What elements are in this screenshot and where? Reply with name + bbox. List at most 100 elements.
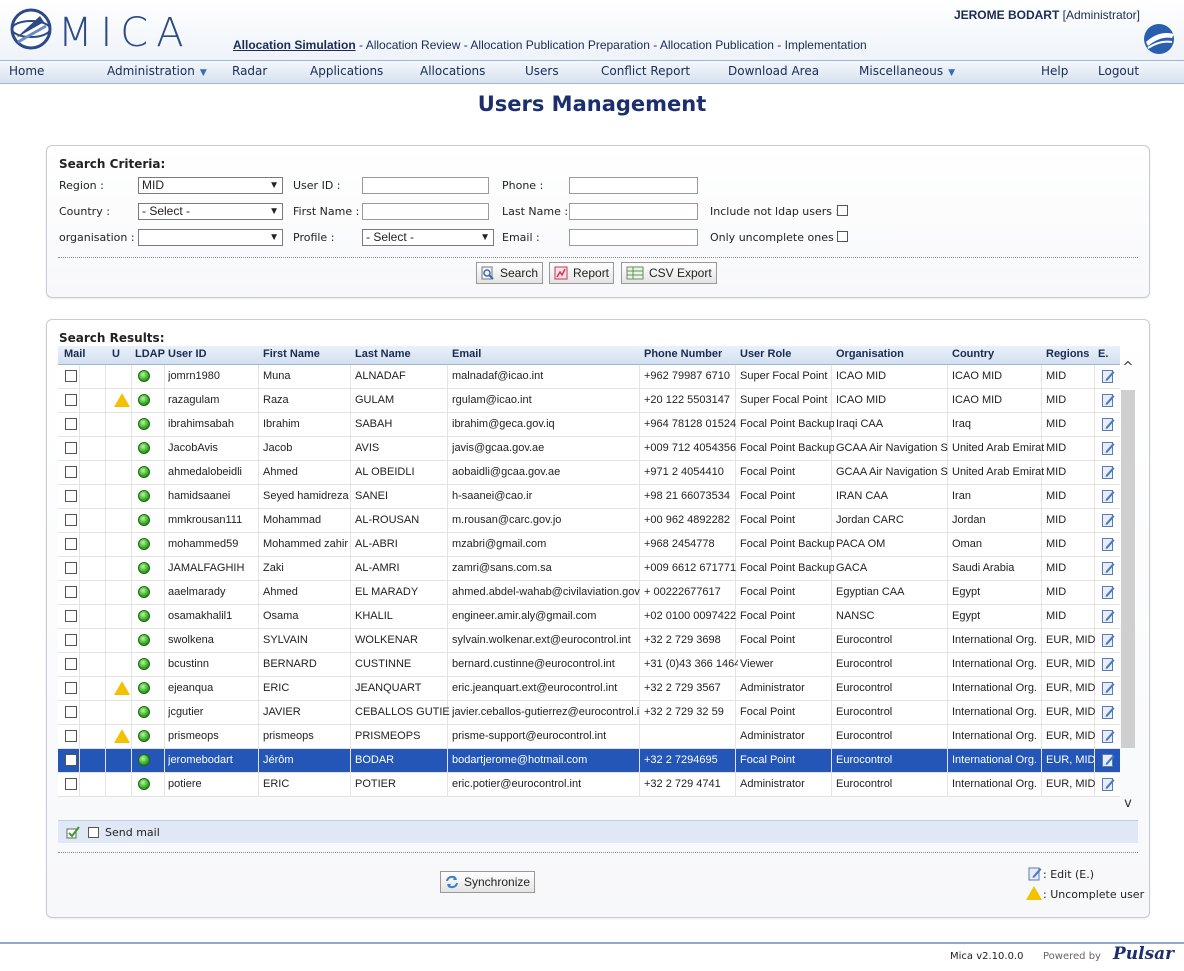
scrollbar-thumb[interactable] xyxy=(1121,390,1135,748)
send-mail-checkbox[interactable] xyxy=(88,827,99,838)
menu-miscellaneous[interactable]: Miscellaneous ▼ xyxy=(859,64,955,78)
column-header[interactable]: Phone Number xyxy=(644,348,722,360)
country-select[interactable]: - Select - ▼ xyxy=(138,203,283,220)
pencil-edit-icon[interactable] xyxy=(1102,417,1115,431)
mail-checkbox[interactable] xyxy=(65,562,77,574)
workflow-step[interactable]: Implementation xyxy=(785,38,867,52)
table-row[interactable]: bcustinn BERNARD CUSTINNE bernard.custinne@… xyxy=(58,653,1120,677)
table-row[interactable]: swolkena SYLVAIN WOLKENAR sylvain.wolkenar.… xyxy=(58,629,1120,653)
table-row[interactable]: mohammed59 Mohammed zahir AL-ABRI mzabri@gm… xyxy=(58,533,1120,557)
column-header[interactable]: Country xyxy=(952,348,994,360)
check-all-icon[interactable] xyxy=(66,825,80,839)
mail-checkbox[interactable] xyxy=(65,778,77,790)
column-header[interactable]: E. xyxy=(1098,348,1108,360)
table-row[interactable]: aaelmarady Ahmed EL MARADY ahmed.abdel-waha… xyxy=(58,581,1120,605)
column-header[interactable]: Email xyxy=(452,348,481,360)
table-row[interactable]: osamakhalil1 Osama KHALIL engineer.amir.aly… xyxy=(58,605,1120,629)
organisation-select[interactable]: ▼ xyxy=(138,229,283,246)
menu-administration[interactable]: Administration ▼ xyxy=(107,64,207,78)
workflow-step[interactable]: Allocation Publication xyxy=(660,38,774,52)
mail-checkbox[interactable] xyxy=(65,514,77,526)
pencil-edit-icon[interactable] xyxy=(1102,705,1115,719)
pencil-edit-icon[interactable] xyxy=(1102,465,1115,479)
pencil-edit-icon[interactable] xyxy=(1102,729,1115,743)
column-header[interactable]: User ID xyxy=(168,348,207,360)
column-header[interactable]: Last Name xyxy=(355,348,411,360)
region-select[interactable]: MID ▼ xyxy=(138,177,283,194)
profile-select[interactable]: - Select - ▼ xyxy=(362,229,494,246)
workflow-step[interactable]: Allocation Simulation xyxy=(233,38,356,52)
table-row[interactable]: ahmedalobeidli Ahmed AL OBEIDLI aobaidli@gc… xyxy=(58,461,1120,485)
table-scrollbar[interactable]: ^ v xyxy=(1121,360,1135,818)
userid-input[interactable] xyxy=(362,177,489,194)
pencil-edit-icon[interactable] xyxy=(1102,489,1115,503)
menu-logout[interactable]: Logout xyxy=(1098,64,1139,78)
mail-checkbox[interactable] xyxy=(65,754,77,766)
pencil-edit-icon[interactable] xyxy=(1102,633,1115,647)
workflow-step[interactable]: Allocation Publication Preparation xyxy=(470,38,649,52)
column-header[interactable]: First Name xyxy=(263,348,320,360)
table-row[interactable]: jomrn1980 Muna ALNADAF malnadaf@icao.int +96… xyxy=(58,365,1120,389)
column-header[interactable]: U xyxy=(112,348,120,360)
column-header[interactable]: Organisation xyxy=(836,348,904,360)
chevron-up-icon[interactable]: ^ xyxy=(1121,360,1135,375)
pencil-edit-icon[interactable] xyxy=(1102,441,1115,455)
mail-checkbox[interactable] xyxy=(65,634,77,646)
table-row[interactable]: potiere ERIC POTIER eric.potier@eurocontrol… xyxy=(58,773,1120,797)
mail-checkbox[interactable] xyxy=(65,610,77,622)
firstname-input[interactable] xyxy=(362,203,489,220)
menu-help[interactable]: Help xyxy=(1041,64,1068,78)
mail-checkbox[interactable] xyxy=(65,466,77,478)
menu-applications[interactable]: Applications xyxy=(310,64,383,78)
mail-checkbox[interactable] xyxy=(65,370,77,382)
search-button[interactable]: Search xyxy=(476,262,544,284)
mail-checkbox[interactable] xyxy=(65,442,77,454)
menu-radar[interactable]: Radar xyxy=(232,64,267,78)
table-row[interactable]: razagulam Raza GULAM rgulam@icao.int +20 122… xyxy=(58,389,1120,413)
mail-checkbox[interactable] xyxy=(65,394,77,406)
only-uncomplete-checkbox[interactable] xyxy=(837,231,848,242)
table-row[interactable]: ejeanqua ERIC JEANQUART eric.jeanquart.ext@… xyxy=(58,677,1120,701)
mail-checkbox[interactable] xyxy=(65,730,77,742)
table-row[interactable]: hamidsaanei Seyed hamidreza SANEI h-saanei@… xyxy=(58,485,1120,509)
pencil-edit-icon[interactable] xyxy=(1102,393,1115,407)
menu-allocations[interactable]: Allocations xyxy=(420,64,485,78)
pencil-edit-icon[interactable] xyxy=(1102,681,1115,695)
report-button[interactable]: Report xyxy=(549,262,615,284)
pencil-edit-icon[interactable] xyxy=(1102,369,1115,383)
mail-checkbox[interactable] xyxy=(65,658,77,670)
include-not-ldap-checkbox[interactable] xyxy=(837,205,848,216)
pencil-edit-icon[interactable] xyxy=(1102,585,1115,599)
mail-checkbox[interactable] xyxy=(65,538,77,550)
pencil-edit-icon[interactable] xyxy=(1102,561,1115,575)
synchronize-button[interactable]: Synchronize xyxy=(440,871,536,893)
mail-checkbox[interactable] xyxy=(65,706,77,718)
menu-users[interactable]: Users xyxy=(525,64,559,78)
menu-download-area[interactable]: Download Area xyxy=(728,64,819,78)
table-row[interactable]: prismeops prismeops PRISMEOPS prisme-suppor… xyxy=(58,725,1120,749)
table-row[interactable]: ibrahimsabah Ibrahim SABAH ibrahim@geca.gov… xyxy=(58,413,1120,437)
pencil-edit-icon[interactable] xyxy=(1102,513,1115,527)
table-row[interactable]: JacobAvis Jacob AVIS javis@gcaa.gov.ae +009 … xyxy=(58,437,1120,461)
table-row[interactable]: jeromebodart Jérôm BODAR bodartjerome@hotma… xyxy=(58,749,1120,773)
column-header[interactable]: User Role xyxy=(740,348,791,360)
table-row[interactable]: mmkrousan111 Mohammad AL-ROUSAN m.rousan@ca… xyxy=(58,509,1120,533)
menu-home[interactable]: Home xyxy=(9,64,44,78)
pencil-edit-icon[interactable] xyxy=(1102,609,1115,623)
column-header[interactable]: Mail xyxy=(64,348,85,360)
column-header[interactable]: LDAP xyxy=(135,348,165,360)
workflow-step[interactable]: Allocation Review xyxy=(366,38,461,52)
mail-checkbox[interactable] xyxy=(65,418,77,430)
menu-conflict-report[interactable]: Conflict Report xyxy=(601,64,690,78)
mail-checkbox[interactable] xyxy=(65,682,77,694)
phone-input[interactable] xyxy=(569,177,698,194)
column-header[interactable]: Regions xyxy=(1046,348,1089,360)
lastname-input[interactable] xyxy=(569,203,698,220)
table-row[interactable]: jcgutier JAVIER CEBALLOS GUTIE javier.cebal… xyxy=(58,701,1120,725)
csv-export-button[interactable]: CSV Export xyxy=(621,262,717,284)
chevron-down-icon[interactable]: v xyxy=(1121,796,1135,811)
table-row[interactable]: JAMALFAGHIH Zaki AL-AMRI zamri@sans.com.sa +… xyxy=(58,557,1120,581)
pencil-edit-icon[interactable] xyxy=(1102,537,1115,551)
pencil-edit-icon[interactable] xyxy=(1102,753,1115,767)
pencil-edit-icon[interactable] xyxy=(1102,777,1115,791)
